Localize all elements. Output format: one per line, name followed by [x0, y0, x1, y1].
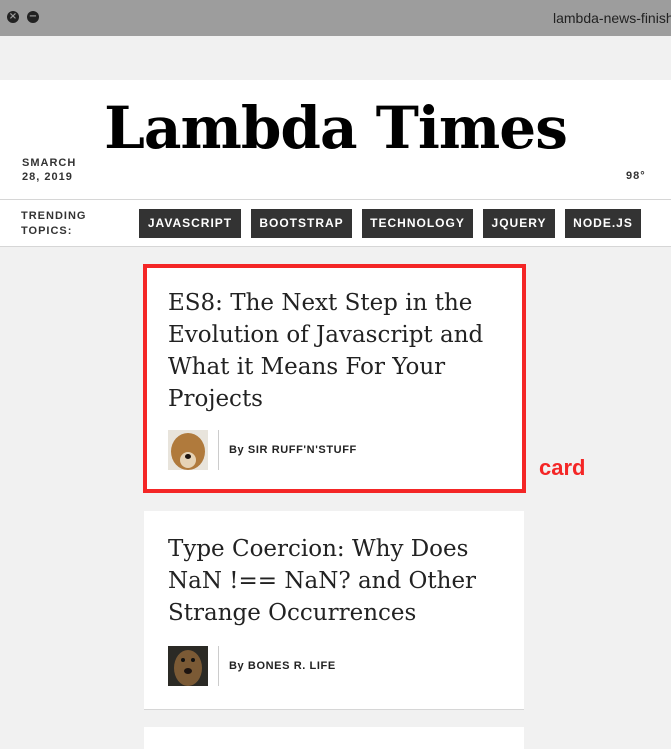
author-divider: [218, 430, 219, 470]
trending-topics-label: TRENDING TOPICS:: [21, 209, 101, 239]
article-card[interactable]: ES8: The Next Step in the Evolution of J…: [144, 265, 524, 491]
tab-nodejs[interactable]: NODE.JS: [565, 209, 641, 238]
trending-topics-bar: TRENDING TOPICS: JAVASCRIPT BOOTSTRAP TE…: [0, 200, 671, 247]
site-title: Lambda Times: [104, 94, 568, 162]
tab-bootstrap[interactable]: BOOTSTRAP: [251, 209, 352, 238]
author-avatar: [168, 430, 208, 470]
article-headline: ES8: The Next Step in the Evolution of J…: [168, 290, 484, 412]
author-avatar: [168, 646, 208, 686]
topics-label-line-1: TRENDING: [21, 210, 87, 222]
tab-technology[interactable]: TECHNOLOGY: [362, 209, 473, 238]
close-window-icon[interactable]: ×: [7, 11, 19, 23]
window-titlebar: × − lambda-news-finish: [0, 0, 671, 36]
topics-label-line-2: TOPICS:: [21, 225, 73, 237]
tab-jquery[interactable]: JQUERY: [483, 209, 555, 238]
article-author: By SIR RUFF'N'STUFF: [168, 430, 357, 470]
minimize-window-icon[interactable]: −: [27, 11, 39, 23]
author-name: By BONES R. LIFE: [229, 660, 336, 672]
author-divider: [218, 646, 219, 686]
article-card[interactable]: [144, 727, 524, 749]
card-annotation-label: card: [539, 455, 586, 480]
date-line-2: 28, 2019: [22, 171, 73, 183]
article-headline: Type Coercion: Why Does NaN !== NaN? and…: [168, 536, 477, 626]
author-name: By SIR RUFF'N'STUFF: [229, 444, 357, 456]
header-temperature: 98°: [626, 170, 646, 182]
window-title: lambda-news-finish: [553, 10, 671, 26]
article-card[interactable]: Type Coercion: Why Does NaN !== NaN? and…: [144, 511, 524, 710]
tab-javascript[interactable]: JAVASCRIPT: [139, 209, 241, 238]
article-author: By BONES R. LIFE: [168, 646, 336, 686]
site-header: SMARCH 28, 2019 Lambda Times 98°: [0, 80, 671, 200]
